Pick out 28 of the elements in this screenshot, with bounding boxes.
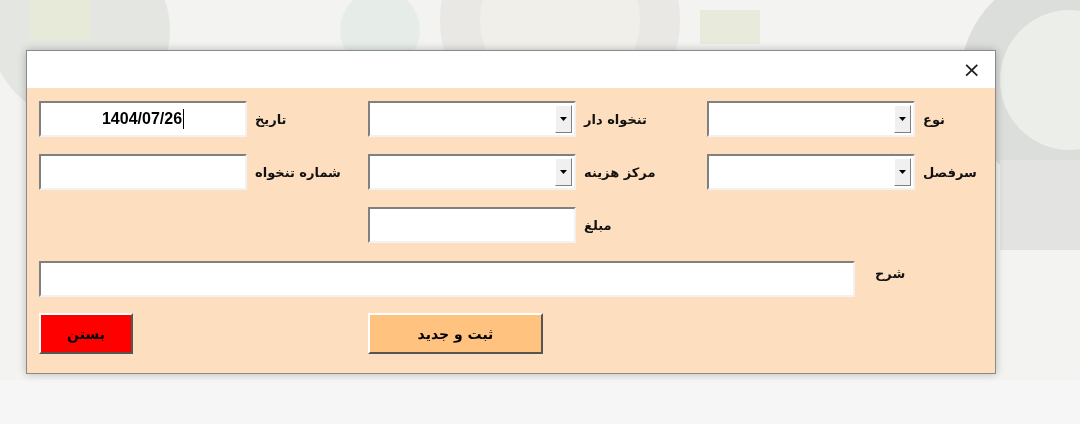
field-label: نوع <box>923 111 945 127</box>
field-label: تنخواه دار <box>584 111 647 127</box>
dropdown-button[interactable] <box>894 105 911 133</box>
dropdown-button[interactable] <box>555 158 572 186</box>
dropdown-field[interactable] <box>368 154 576 190</box>
caret-icon <box>899 117 906 121</box>
text-cursor <box>183 109 185 129</box>
field-label: مرکز هزینه <box>584 164 656 180</box>
submit-button[interactable]: ثبت و جدید <box>368 313 543 354</box>
dropdown-field[interactable] <box>368 101 576 137</box>
field-label: شماره تنخواه <box>255 164 341 180</box>
input-field[interactable]: 1404/07/26 <box>39 101 247 137</box>
input-field[interactable] <box>39 261 855 297</box>
input-field[interactable] <box>39 154 247 190</box>
close-button[interactable]: بستن <box>39 313 133 354</box>
field-label: مبلغ <box>584 217 612 233</box>
caret-icon <box>899 170 906 174</box>
dropdown-button[interactable] <box>894 158 911 186</box>
caret-icon <box>560 117 567 121</box>
dropdown-field[interactable] <box>707 154 915 190</box>
input-field[interactable] <box>368 207 576 243</box>
close-button[interactable]: × <box>950 58 993 81</box>
field-label: شرح <box>875 265 906 281</box>
caret-icon <box>560 170 567 174</box>
dropdown-button[interactable] <box>555 105 572 133</box>
field-label: سرفصل <box>923 164 977 180</box>
field-label: تاریخ <box>255 111 287 127</box>
dropdown-field[interactable] <box>707 101 915 137</box>
